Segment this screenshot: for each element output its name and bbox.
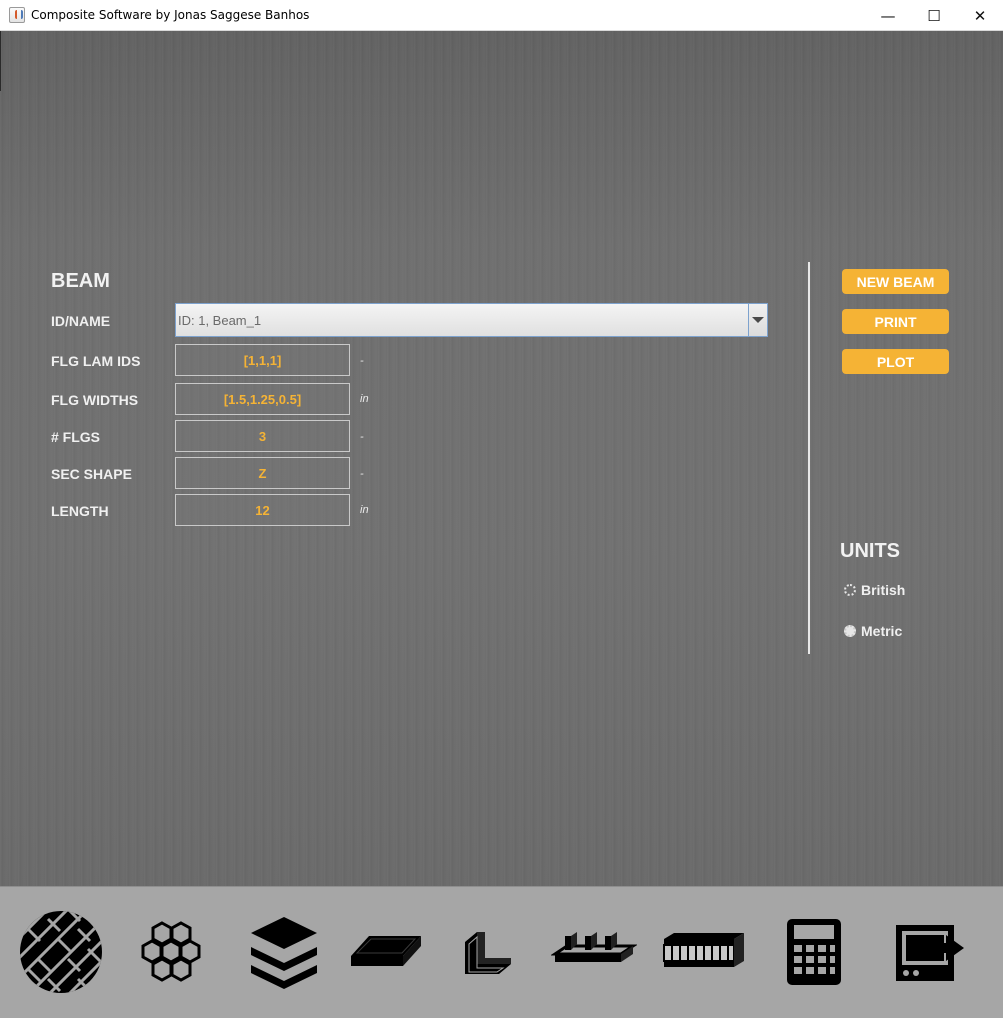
layers-icon[interactable]: [242, 887, 326, 1017]
sandwich-panel-icon[interactable]: [656, 887, 750, 1017]
new-beam-button[interactable]: NEW BEAM: [842, 269, 949, 294]
print-button[interactable]: PRINT: [842, 309, 949, 334]
main-panel: [0, 31, 1003, 886]
length-label: LENGTH: [51, 503, 109, 519]
maximize-button[interactable]: ☐: [911, 0, 957, 31]
plot-button[interactable]: PLOT: [842, 349, 949, 374]
flg-widths-label: FLG WIDTHS: [51, 392, 139, 408]
num-flgs-unit: -: [360, 431, 364, 443]
minimize-button[interactable]: —: [865, 0, 911, 31]
num-flgs-label: # FLGS: [51, 429, 101, 445]
length-unit: in: [360, 504, 369, 516]
sec-shape-unit: -: [360, 468, 364, 480]
calculator-icon[interactable]: [772, 887, 856, 1017]
woven-fabric-icon[interactable]: [14, 887, 108, 1017]
title-bar: Composite Software by Jonas Saggese Banh…: [0, 0, 1003, 31]
window-controls: — ☐ ✕: [865, 0, 1003, 31]
radio-selected-icon[interactable]: [844, 625, 856, 637]
id-name-selected-value: ID: 1, Beam_1: [178, 312, 262, 328]
honeycomb-icon[interactable]: [130, 887, 214, 1017]
window-edge: [0, 31, 1, 91]
exit-icon[interactable]: [878, 887, 974, 1017]
sec-shape-label: SEC SHAPE: [51, 466, 132, 482]
plate-icon[interactable]: [344, 887, 426, 1017]
flg-lam-ids-field[interactable]: [1,1,1]: [175, 344, 350, 376]
bottom-toolbar: [0, 886, 1003, 1018]
beam-section-title: BEAM: [51, 270, 110, 292]
window-title: Composite Software by Jonas Saggese Banh…: [31, 8, 310, 22]
chevron-down-icon[interactable]: [748, 304, 767, 336]
units-section-title: UNITS: [840, 540, 900, 562]
stiffened-panel-icon[interactable]: [548, 887, 640, 1017]
radio-metric[interactable]: Metric: [844, 623, 902, 639]
id-name-label: ID/NAME: [51, 313, 111, 329]
sec-shape-field[interactable]: Z: [175, 457, 350, 489]
java-app-icon: [9, 7, 25, 23]
flg-lam-ids-unit: -: [360, 355, 364, 367]
length-field[interactable]: 12: [175, 494, 350, 526]
num-flgs-field[interactable]: 3: [175, 420, 350, 452]
radio-metric-label: Metric: [861, 623, 903, 639]
flg-widths-unit: in: [360, 393, 369, 405]
flg-widths-field[interactable]: [1.5,1.25,0.5]: [175, 383, 350, 415]
id-name-combobox[interactable]: ID: 1, Beam_1: [175, 303, 768, 337]
flg-lam-ids-label: FLG LAM IDS: [51, 353, 141, 369]
radio-british-label: British: [861, 582, 906, 598]
vertical-divider: [808, 262, 810, 654]
radio-british[interactable]: British: [844, 582, 905, 598]
close-button[interactable]: ✕: [957, 0, 1003, 31]
angle-section-icon[interactable]: [450, 887, 520, 1017]
radio-icon[interactable]: [844, 584, 856, 596]
